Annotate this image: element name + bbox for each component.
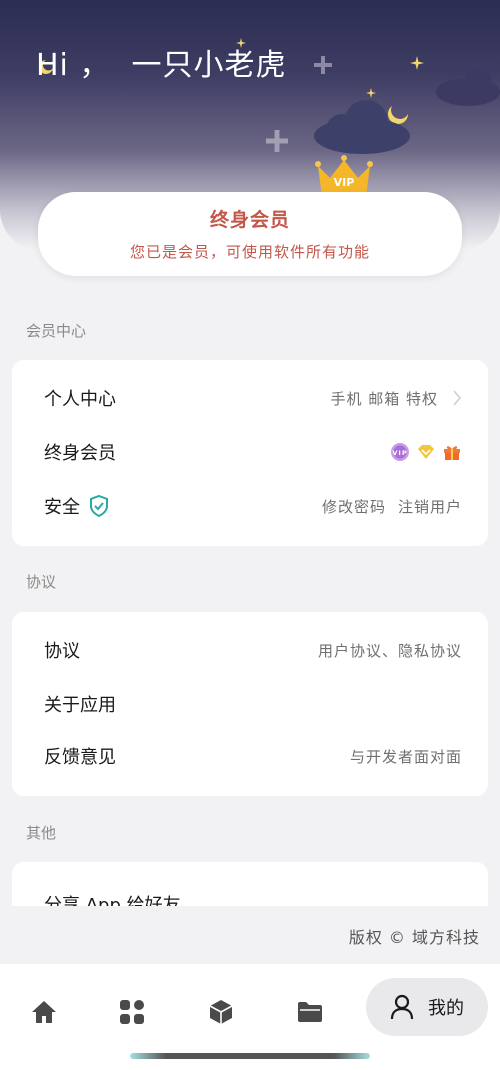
section-label-agreement: 协议 (26, 573, 57, 591)
row-label: 协议 (44, 641, 80, 662)
row-agreement[interactable]: 协议 用户协议、隐私协议 (12, 630, 488, 670)
member-status-title: 终身会员 (209, 209, 290, 231)
row-label-wrap: 安全 (44, 493, 110, 519)
row-lifetime-member[interactable]: 终身会员 VIP (12, 432, 488, 472)
row-share-app[interactable]: 分享 App 给好友 (12, 884, 488, 906)
row-personal-center[interactable]: 个人中心 手机 邮箱 特权 (12, 378, 488, 418)
profile-page: Hi ， 一只小老虎 VIP 终身会员 您已是会员，可使用软件所有功能 会员中心… (0, 0, 500, 1070)
plus-sparkle-icon (266, 130, 288, 152)
gift-badge-icon (444, 446, 460, 460)
home-icon (32, 1001, 56, 1023)
lifetime-member-card[interactable]: 终身会员 您已是会员，可使用软件所有功能 (38, 192, 462, 276)
agreement-group: 协议 用户协议、隐私协议 关于应用 反馈意见 与开发者面对面 (12, 612, 488, 796)
row-label: 分享 App 给好友 (44, 895, 181, 906)
nav-apps[interactable] (110, 990, 154, 1034)
section-label-member-center: 会员中心 (26, 322, 87, 340)
vip-badge-icon: VIP (391, 443, 409, 461)
chevron-right-icon (453, 390, 462, 406)
row-label: 关于应用 (44, 695, 116, 716)
apps-grid-icon (120, 1000, 144, 1024)
row-label: 终身会员 (44, 443, 116, 464)
delete-account-link[interactable]: 注销用户 (398, 496, 462, 517)
nav-home[interactable] (22, 990, 66, 1034)
shield-check-icon (90, 494, 108, 518)
nav-mine-label: 我的 (428, 998, 464, 1019)
agreement-detail: 用户协议、隐私协议 (317, 641, 462, 660)
security-actions: 修改密码 注销用户 (322, 496, 462, 517)
greeting-text: Hi ， 一只小老虎 (36, 48, 287, 83)
personal-center-detail: 手机 邮箱 特权 (330, 389, 438, 408)
row-about-app[interactable]: 关于应用 (12, 684, 488, 724)
diamond-badge-icon (418, 445, 434, 459)
person-icon (390, 994, 414, 1020)
plus-sparkle-icon (314, 56, 332, 74)
change-password-link[interactable]: 修改密码 (322, 496, 386, 517)
section-label-other: 其他 (26, 824, 57, 842)
row-label: 反馈意见 (44, 747, 116, 768)
row-security[interactable]: 安全 修改密码 注销用户 (12, 486, 488, 526)
member-badges: VIP (384, 442, 462, 462)
sparkle-icon (410, 56, 424, 70)
folder-icon (298, 1002, 322, 1022)
copyright-text: 版权 © 域方科技 (348, 928, 480, 947)
feedback-detail: 与开发者面对面 (349, 747, 462, 766)
sparkle-icon (236, 38, 246, 48)
nav-cube[interactable] (199, 990, 243, 1034)
row-label: 个人中心 (44, 389, 116, 410)
nav-mine[interactable]: 我的 (366, 978, 488, 1036)
cube-icon (209, 1000, 233, 1024)
cloud-moon-icon (314, 100, 410, 154)
svg-text:VIP: VIP (334, 176, 355, 189)
row-feedback[interactable]: 反馈意见 与开发者面对面 (12, 736, 488, 776)
cloud-icon (436, 68, 500, 106)
svg-text:VIP: VIP (392, 449, 407, 457)
nav-folder[interactable] (288, 990, 332, 1034)
row-detail: 手机 邮箱 特权 (330, 388, 462, 409)
row-label: 安全 (44, 497, 80, 518)
member-status-subtitle: 您已是会员，可使用软件所有功能 (129, 243, 370, 261)
home-indicator[interactable] (130, 1053, 370, 1059)
member-center-group: 个人中心 手机 邮箱 特权 终身会员 VIP 安全 修改密码 注销用户 (12, 360, 488, 546)
other-group: 分享 App 给好友 (12, 862, 488, 906)
